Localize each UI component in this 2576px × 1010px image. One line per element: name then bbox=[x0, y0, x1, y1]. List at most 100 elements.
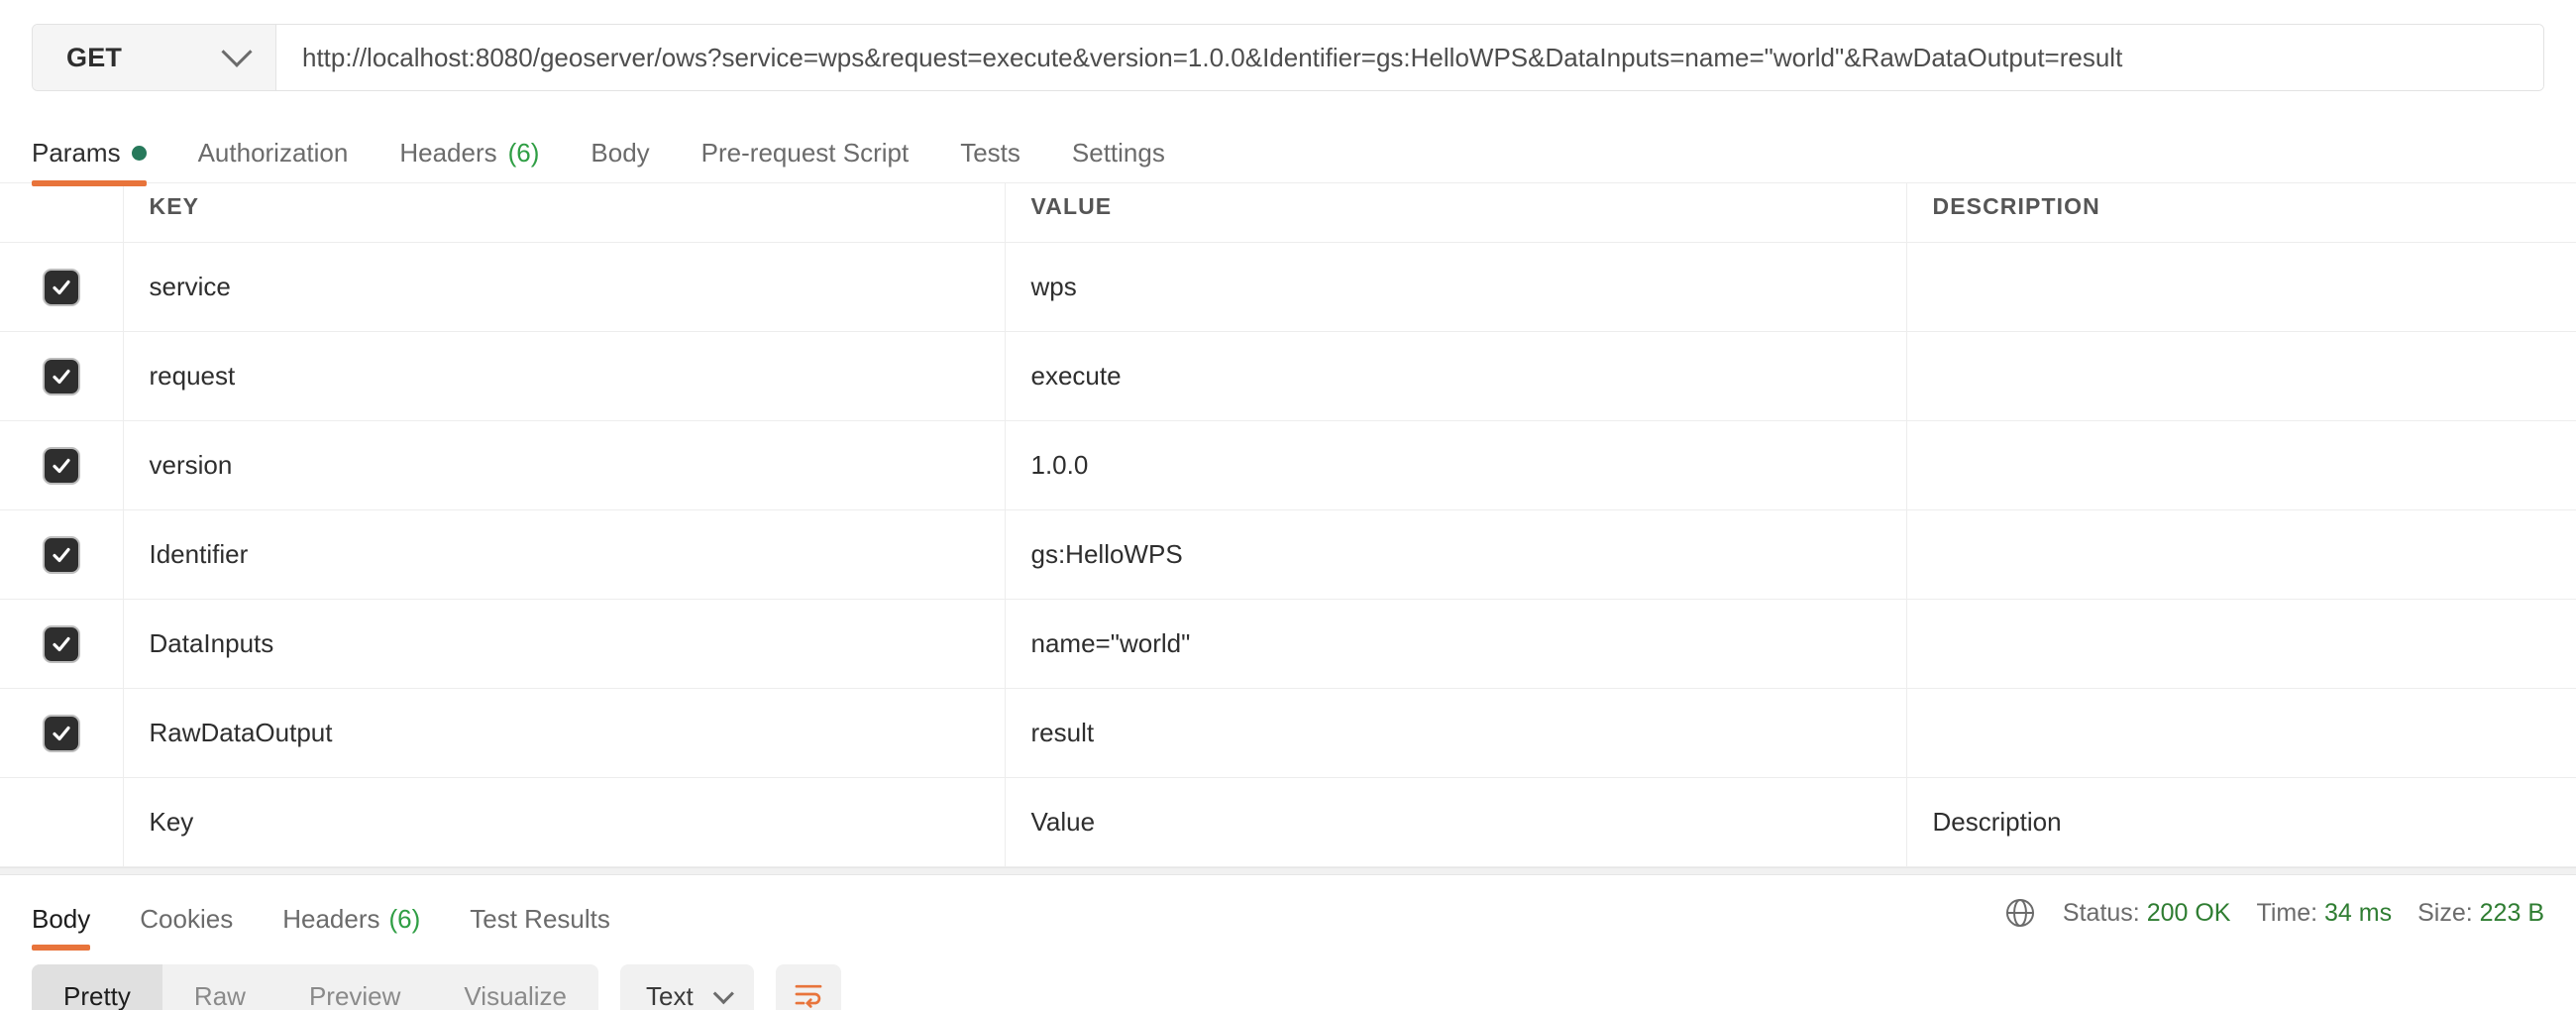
status-label: Status: 200 OK bbox=[2063, 899, 2231, 928]
response-body-toolbar: Pretty Raw Preview Visualize Text bbox=[0, 951, 2576, 1010]
response-tab-bar: Body Cookies Headers (6) Test Results bbox=[32, 875, 660, 951]
globe-icon bbox=[2003, 896, 2037, 930]
checkbox-checked-icon[interactable] bbox=[45, 627, 78, 661]
response-tab-cookies-label: Cookies bbox=[140, 904, 233, 935]
response-tab-cookies[interactable]: Cookies bbox=[140, 904, 233, 951]
chevron-down-icon bbox=[712, 983, 733, 1004]
response-tab-test-results[interactable]: Test Results bbox=[470, 904, 610, 951]
size-label: Size: 223 B bbox=[2417, 899, 2544, 928]
response-tab-headers[interactable]: Headers (6) bbox=[282, 904, 420, 951]
row-key-cell[interactable]: Identifier bbox=[123, 510, 1005, 600]
http-method-dropdown[interactable]: GET bbox=[33, 25, 276, 90]
row-value-cell[interactable]: result bbox=[1005, 689, 1906, 778]
time-label-text: Time: bbox=[2256, 899, 2317, 927]
row-checkbox-cell bbox=[0, 243, 123, 332]
table-row: version 1.0.0 bbox=[0, 421, 2576, 510]
new-param-key-input[interactable]: Key bbox=[123, 778, 1005, 867]
checkbox-checked-icon[interactable] bbox=[45, 449, 78, 483]
url-input[interactable]: http://localhost:8080/geoserver/ows?serv… bbox=[276, 25, 2543, 90]
params-modified-dot-icon bbox=[132, 146, 147, 161]
tab-body[interactable]: Body bbox=[590, 138, 649, 182]
time-label: Time: 34 ms bbox=[2256, 899, 2392, 928]
response-tab-headers-count: (6) bbox=[388, 904, 420, 935]
http-method-label: GET bbox=[66, 43, 122, 73]
request-tab-bar: Params Authorization Headers (6) Body Pr… bbox=[0, 121, 2576, 182]
checkbox-checked-icon[interactable] bbox=[45, 717, 78, 750]
pane-resize-handle[interactable] bbox=[0, 867, 2576, 875]
table-row: service wps bbox=[0, 243, 2576, 332]
row-checkbox-cell-empty bbox=[0, 778, 123, 867]
status-value: 200 OK bbox=[2147, 899, 2231, 927]
word-wrap-toggle-button[interactable] bbox=[776, 964, 841, 1010]
content-type-dropdown[interactable]: Text bbox=[620, 964, 754, 1010]
header-key: KEY bbox=[123, 183, 1005, 243]
response-tab-headers-label: Headers bbox=[282, 904, 379, 935]
table-row: DataInputs name="world" bbox=[0, 600, 2576, 689]
row-value-cell[interactable]: name="world" bbox=[1005, 600, 1906, 689]
tab-tests[interactable]: Tests bbox=[960, 138, 1020, 182]
row-description-cell[interactable] bbox=[1906, 510, 2576, 600]
tab-pre-request-script[interactable]: Pre-request Script bbox=[701, 138, 910, 182]
checkbox-checked-icon[interactable] bbox=[45, 360, 78, 393]
response-tab-test-results-label: Test Results bbox=[470, 904, 610, 935]
table-row: RawDataOutput result bbox=[0, 689, 2576, 778]
tab-params[interactable]: Params bbox=[32, 138, 147, 182]
response-tab-body-label: Body bbox=[32, 904, 90, 935]
tab-tests-label: Tests bbox=[960, 138, 1020, 168]
view-mode-preview[interactable]: Preview bbox=[277, 964, 432, 1010]
size-value: 223 B bbox=[2480, 899, 2544, 927]
row-description-cell[interactable] bbox=[1906, 421, 2576, 510]
tab-pre-request-script-label: Pre-request Script bbox=[701, 138, 910, 168]
response-tab-body[interactable]: Body bbox=[32, 904, 90, 951]
row-checkbox-cell bbox=[0, 421, 123, 510]
table-header-row: KEY VALUE DESCRIPTION bbox=[0, 183, 2576, 243]
header-value: VALUE bbox=[1005, 183, 1906, 243]
view-mode-pretty[interactable]: Pretty bbox=[32, 964, 162, 1010]
row-key-cell[interactable]: service bbox=[123, 243, 1005, 332]
table-row: Identifier gs:HelloWPS bbox=[0, 510, 2576, 600]
row-value-cell[interactable]: execute bbox=[1005, 332, 1906, 421]
row-description-cell[interactable] bbox=[1906, 332, 2576, 421]
tab-authorization[interactable]: Authorization bbox=[198, 138, 349, 182]
table-row-placeholder: Key Value Description bbox=[0, 778, 2576, 867]
view-mode-visualize[interactable]: Visualize bbox=[432, 964, 598, 1010]
postman-request-response-pane: GET http://localhost:8080/geoserver/ows?… bbox=[0, 0, 2576, 1010]
header-checkbox-col bbox=[0, 183, 123, 243]
tab-settings[interactable]: Settings bbox=[1072, 138, 1165, 182]
table-row: request execute bbox=[0, 332, 2576, 421]
row-value-cell[interactable]: 1.0.0 bbox=[1005, 421, 1906, 510]
row-key-cell[interactable]: RawDataOutput bbox=[123, 689, 1005, 778]
row-description-cell[interactable] bbox=[1906, 600, 2576, 689]
checkbox-checked-icon[interactable] bbox=[45, 271, 78, 304]
row-key-cell[interactable]: version bbox=[123, 421, 1005, 510]
size-label-text: Size: bbox=[2417, 899, 2473, 927]
tab-headers[interactable]: Headers (6) bbox=[399, 138, 539, 182]
query-params-table: KEY VALUE DESCRIPTION service wps bbox=[0, 183, 2576, 867]
chevron-down-icon bbox=[221, 37, 252, 67]
row-value-cell[interactable]: gs:HelloWPS bbox=[1005, 510, 1906, 600]
time-value: 34 ms bbox=[2324, 899, 2392, 927]
new-param-description-input[interactable]: Description bbox=[1906, 778, 2576, 867]
header-description: DESCRIPTION bbox=[1906, 183, 2576, 243]
row-checkbox-cell bbox=[0, 510, 123, 600]
word-wrap-icon bbox=[792, 977, 825, 1010]
row-key-cell[interactable]: DataInputs bbox=[123, 600, 1005, 689]
row-key-cell[interactable]: request bbox=[123, 332, 1005, 421]
row-description-cell[interactable] bbox=[1906, 243, 2576, 332]
response-header-bar: Body Cookies Headers (6) Test Results bbox=[0, 875, 2576, 951]
tab-headers-label: Headers bbox=[399, 138, 496, 168]
tab-authorization-label: Authorization bbox=[198, 138, 349, 168]
tab-settings-label: Settings bbox=[1072, 138, 1165, 168]
status-label-text: Status: bbox=[2063, 899, 2140, 927]
checkbox-checked-icon[interactable] bbox=[45, 538, 78, 572]
row-value-cell[interactable]: wps bbox=[1005, 243, 1906, 332]
response-view-mode-group: Pretty Raw Preview Visualize bbox=[32, 964, 598, 1010]
row-description-cell[interactable] bbox=[1906, 689, 2576, 778]
row-checkbox-cell bbox=[0, 689, 123, 778]
tab-headers-count: (6) bbox=[508, 138, 540, 168]
url-bar: GET http://localhost:8080/geoserver/ows?… bbox=[32, 24, 2544, 91]
new-param-value-input[interactable]: Value bbox=[1005, 778, 1906, 867]
view-mode-raw[interactable]: Raw bbox=[162, 964, 277, 1010]
url-bar-container: GET http://localhost:8080/geoserver/ows?… bbox=[0, 0, 2576, 121]
query-params-table-container: KEY VALUE DESCRIPTION service wps bbox=[0, 182, 2576, 867]
